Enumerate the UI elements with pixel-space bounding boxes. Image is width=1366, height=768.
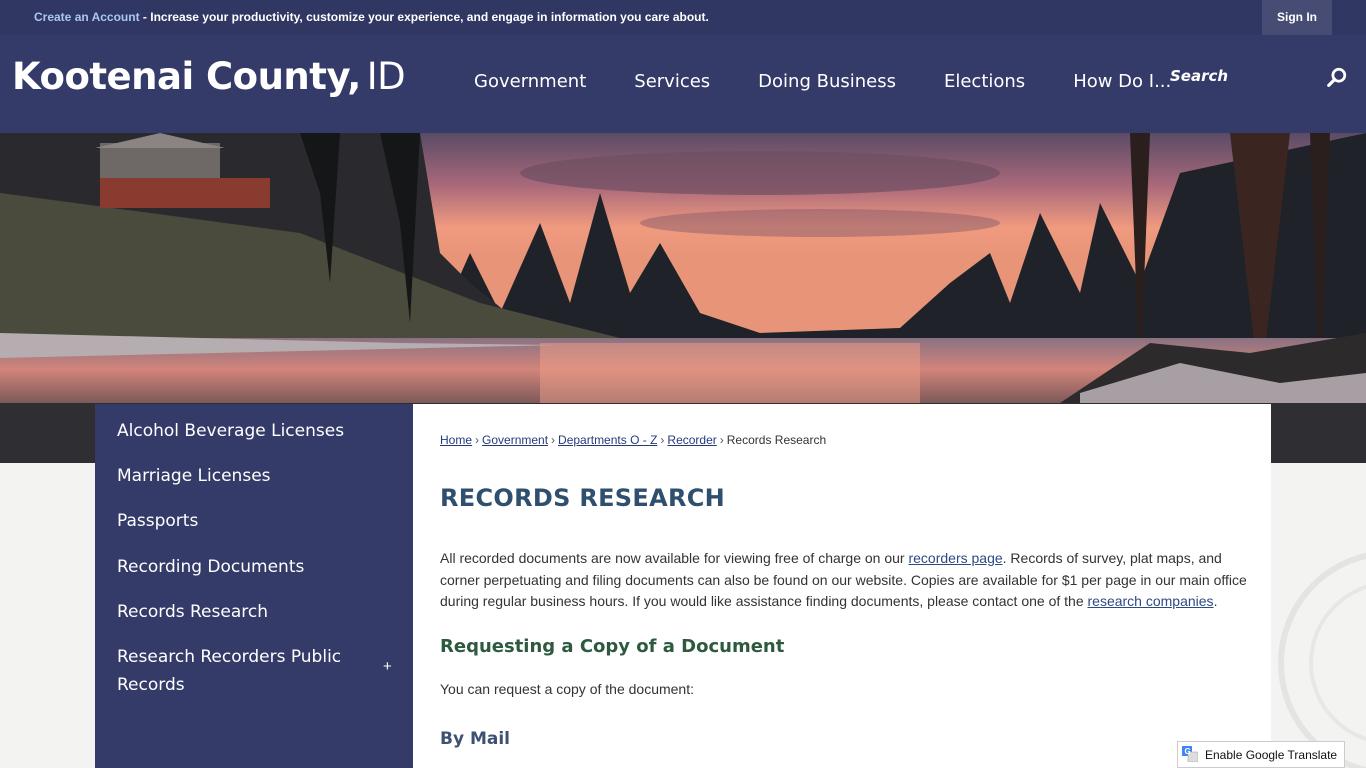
intro-text-1: All recorded documents are now available… (440, 550, 909, 566)
svg-text:G: G (1185, 747, 1191, 756)
main-nav: Government Services Doing Business Elect… (450, 35, 1195, 133)
recorders-page-link[interactable]: recorders page (908, 550, 1002, 566)
sidebar-item-records-research[interactable]: Records Research (117, 598, 268, 626)
breadcrumb-departments[interactable]: Departments O - Z (558, 433, 657, 447)
breadcrumb: Home › Government › Departments O - Z › Record… (440, 433, 826, 447)
breadcrumb-home[interactable]: Home (440, 433, 472, 447)
sidebar-item-alcohol-beverage-licenses[interactable]: Alcohol Beverage Licenses (117, 417, 344, 445)
breadcrumb-recorder[interactable]: Recorder (667, 433, 716, 447)
research-companies-link[interactable]: research companies (1088, 593, 1214, 609)
create-account-link[interactable]: Create an Account (34, 10, 140, 24)
sidebar-item-passports[interactable]: Passports (117, 507, 198, 535)
promo-text: - Increase your productivity, customize … (139, 10, 709, 24)
nav-government[interactable]: Government (450, 35, 610, 133)
section-heading-requesting-copy: Requesting a Copy of a Document (440, 636, 785, 657)
nav-elections[interactable]: Elections (920, 35, 1049, 133)
breadcrumb-separator: › (660, 433, 665, 447)
site-header: Kootenai County, ID Government Services D… (0, 35, 1366, 133)
site-logo[interactable]: Kootenai County, ID (12, 55, 406, 98)
sidebar-item-marriage-licenses[interactable]: Marriage Licenses (117, 462, 271, 490)
breadcrumb-current: Records Research (726, 433, 827, 447)
search-input[interactable]: Search (1170, 67, 1310, 93)
google-translate-icon: G (1182, 746, 1198, 762)
sidebar-item-research-recorders-public-records[interactable]: Research Recorders Public Records (117, 643, 357, 699)
nav-doing-business[interactable]: Doing Business (734, 35, 920, 133)
translate-label: Enable Google Translate (1205, 748, 1338, 762)
request-paragraph: You can request a copy of the document: (440, 681, 694, 697)
breadcrumb-separator: › (475, 433, 480, 447)
sign-in-button[interactable]: Sign In (1262, 0, 1332, 35)
google-translate-button[interactable]: G Enable Google Translate (1177, 741, 1345, 768)
breadcrumb-government[interactable]: Government (482, 433, 548, 447)
logo-state: ID (366, 55, 406, 98)
intro-text-3: . (1213, 593, 1218, 609)
search-icon[interactable] (1326, 67, 1348, 89)
nav-services[interactable]: Services (610, 35, 734, 133)
sidebar-nav: Alcohol Beverage Licenses Marriage Licen… (95, 404, 413, 768)
intro-paragraph: All recorded documents are now available… (440, 548, 1250, 613)
breadcrumb-separator: › (719, 433, 724, 447)
expand-icon[interactable]: + (383, 658, 392, 675)
breadcrumb-separator: › (551, 433, 556, 447)
account-promo: Create an Account - Increase your produc… (34, 10, 709, 24)
seal-watermark (1278, 552, 1366, 768)
logo-name: Kootenai County, (12, 55, 361, 98)
utility-bar: Create an Account - Increase your produc… (0, 0, 1366, 35)
main-content: Home › Government › Departments O - Z › Record… (413, 404, 1271, 768)
subheading-by-mail: By Mail (440, 729, 511, 749)
sidebar-item-recording-documents[interactable]: Recording Documents (117, 553, 304, 581)
page-title: RECORDS RESEARCH (440, 484, 726, 512)
